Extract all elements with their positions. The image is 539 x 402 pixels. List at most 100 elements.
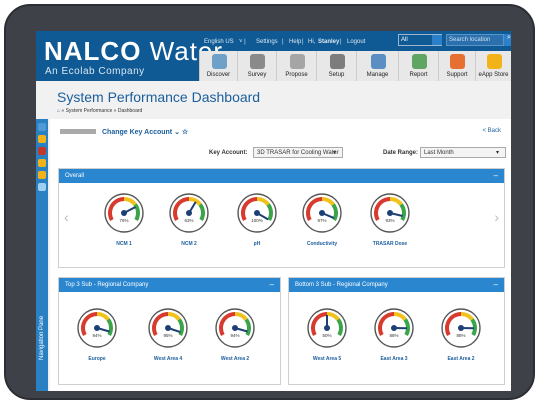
propose-icon: [289, 54, 305, 69]
key-account-header: Change Key Account ⌄ ☆: [60, 128, 188, 136]
collapse-icon[interactable]: –: [270, 280, 274, 289]
home-icon[interactable]: ⌂: [57, 108, 60, 114]
change-key-account-link[interactable]: Change Key Account: [102, 129, 172, 136]
toolbar-label: Report: [409, 72, 428, 78]
toolbar-label: Manage: [366, 72, 389, 78]
collapse-icon[interactable]: –: [494, 171, 498, 180]
tablet-frame: NALCO Water An Ecolab Company English US…: [4, 4, 535, 400]
gauge[interactable]: 95% West Area 4: [148, 308, 188, 362]
key-account-select[interactable]: 3D TRASAR for Cooling Water ▾: [253, 147, 343, 158]
gauge-value: 63%: [184, 218, 193, 223]
toolbar-label: Survey: [247, 72, 267, 78]
gauge-value: 76%: [119, 218, 128, 223]
gauge[interactable]: 63% NCM 2: [169, 193, 209, 247]
user-name[interactable]: Stanley: [318, 39, 339, 45]
discover-icon: [211, 54, 227, 69]
gauge-dial: 94%: [77, 308, 117, 348]
gauge-dial: 63%: [169, 193, 209, 233]
gauge-value: 94%: [92, 333, 101, 338]
gauge[interactable]: 88% East Area 3: [374, 308, 414, 362]
top3-section-header[interactable]: Top 3 Sub - Regional Company –: [59, 278, 280, 292]
settings-link[interactable]: Settings: [256, 39, 278, 45]
gauge[interactable]: 93% TRASAR Dose: [370, 193, 410, 247]
gauge-dial: 97%: [302, 193, 342, 233]
back-link[interactable]: < Back: [482, 128, 501, 134]
language-selector[interactable]: English US: [204, 39, 234, 45]
search-icon[interactable]: ⌕: [504, 34, 511, 46]
gauge-value: 100%: [251, 218, 263, 223]
support-icon: [450, 54, 465, 69]
toolbar-survey-button[interactable]: Survey: [238, 51, 277, 81]
toolbar-setup-button[interactable]: Setup: [317, 51, 357, 81]
favorite-star-icon[interactable]: ☆: [182, 129, 188, 136]
gauge[interactable]: 50% West Area 5: [307, 308, 347, 362]
dashboard-panel: Change Key Account ⌄ ☆ < Back Key Accoun…: [50, 119, 511, 391]
toolbar-discover-button[interactable]: Discover: [200, 51, 238, 81]
navigation-pane-label[interactable]: Navigation Pane: [39, 304, 45, 360]
app-header: NALCO Water An Ecolab Company English US…: [36, 31, 511, 81]
gauge-label: Europe: [88, 356, 106, 362]
survey-icon: [250, 54, 265, 69]
star-icon[interactable]: [38, 159, 46, 167]
report-icon: [411, 54, 427, 69]
gauge-label: East Area 2: [447, 356, 475, 362]
chevron-down-icon: ▾: [332, 150, 336, 156]
toolbar-label: Setup: [328, 72, 345, 78]
gauge-dial: 76%: [104, 193, 144, 233]
key-account-label: Key Account:: [209, 150, 248, 156]
key-icon[interactable]: [38, 135, 46, 143]
manage-icon: [370, 54, 386, 69]
toolbar-propose-button[interactable]: Propose: [277, 51, 317, 81]
gauge-label: West Area 5: [312, 356, 342, 362]
breadcrumb[interactable]: ⌂ » System Performance » Dashboard: [57, 108, 142, 114]
toolbar-label: Propose: [285, 72, 308, 78]
toolbar-manage-button[interactable]: Manage: [357, 51, 399, 81]
navigation-pane[interactable]: Navigation Pane: [36, 119, 48, 391]
sites-icon[interactable]: [38, 183, 46, 191]
collapse-icon[interactable]: [38, 123, 46, 131]
date-range-select[interactable]: Last Month ▾: [420, 147, 506, 158]
collapse-icon[interactable]: –: [494, 280, 498, 289]
toolbar-label: Support: [446, 72, 468, 78]
toolbar-support-button[interactable]: Support: [439, 51, 476, 81]
chevron-down-icon[interactable]: ⌄: [174, 129, 180, 136]
page-title: System Performance Dashboard: [57, 89, 261, 105]
filter-dropdown-button[interactable]: [432, 35, 442, 45]
gauge-dial: 95%: [148, 308, 188, 348]
next-arrow-icon[interactable]: ›: [494, 209, 499, 225]
help-link[interactable]: Help: [289, 39, 301, 45]
overall-section-header[interactable]: Overall –: [59, 169, 504, 183]
redacted-account-name: [60, 129, 96, 134]
app-screen: NALCO Water An Ecolab Company English US…: [36, 31, 511, 391]
gauge[interactable]: 94% West Area 2: [215, 308, 255, 362]
gauge-label: pH: [253, 241, 261, 247]
setup-icon: [329, 54, 345, 69]
gauge-dial: 93%: [370, 193, 410, 233]
gauge[interactable]: 97% Conductivity: [302, 193, 342, 247]
gauge[interactable]: 94% Europe: [77, 308, 117, 362]
bottom3-section-header[interactable]: Bottom 3 Sub - Regional Company –: [289, 278, 504, 292]
gauge[interactable]: 88% East Area 2: [441, 308, 481, 362]
greeting: Hi,: [308, 39, 316, 45]
logout-link[interactable]: Logout: [347, 39, 365, 45]
logo-tagline: An Ecolab Company: [45, 66, 145, 77]
gauge-dial: 88%: [374, 308, 414, 348]
gauge-dial: 100%: [237, 193, 277, 233]
location-search-input[interactable]: Search location: [446, 34, 504, 46]
main-toolbar: Discover Survey Propose Setup Manage Report Su…: [199, 51, 511, 81]
overall-section: Overall – ‹ › 76% NCM 1 63% NCM 2 100% pH 97% Co…: [58, 168, 505, 268]
gauge-value: 94%: [230, 333, 239, 338]
gauge[interactable]: 76% NCM 1: [104, 193, 144, 247]
warning-icon[interactable]: [38, 171, 46, 179]
toolbar-report-button[interactable]: Report: [399, 51, 439, 81]
toolbar-eapp-store-button[interactable]: eApp Store: [476, 51, 511, 81]
date-range-label: Date Range:: [383, 150, 419, 156]
top-links: English US ˅ | Settings | Help | Hi, Sta…: [204, 39, 366, 45]
gauge-dial: 88%: [441, 308, 481, 348]
bottom3-section: Bottom 3 Sub - Regional Company – 50% West…: [288, 277, 505, 385]
gauge-value: 50%: [322, 333, 331, 338]
gauge-dial: 94%: [215, 308, 255, 348]
previous-arrow-icon[interactable]: ‹: [64, 209, 69, 225]
record-icon[interactable]: [38, 147, 46, 155]
gauge[interactable]: 100% pH: [237, 193, 277, 247]
